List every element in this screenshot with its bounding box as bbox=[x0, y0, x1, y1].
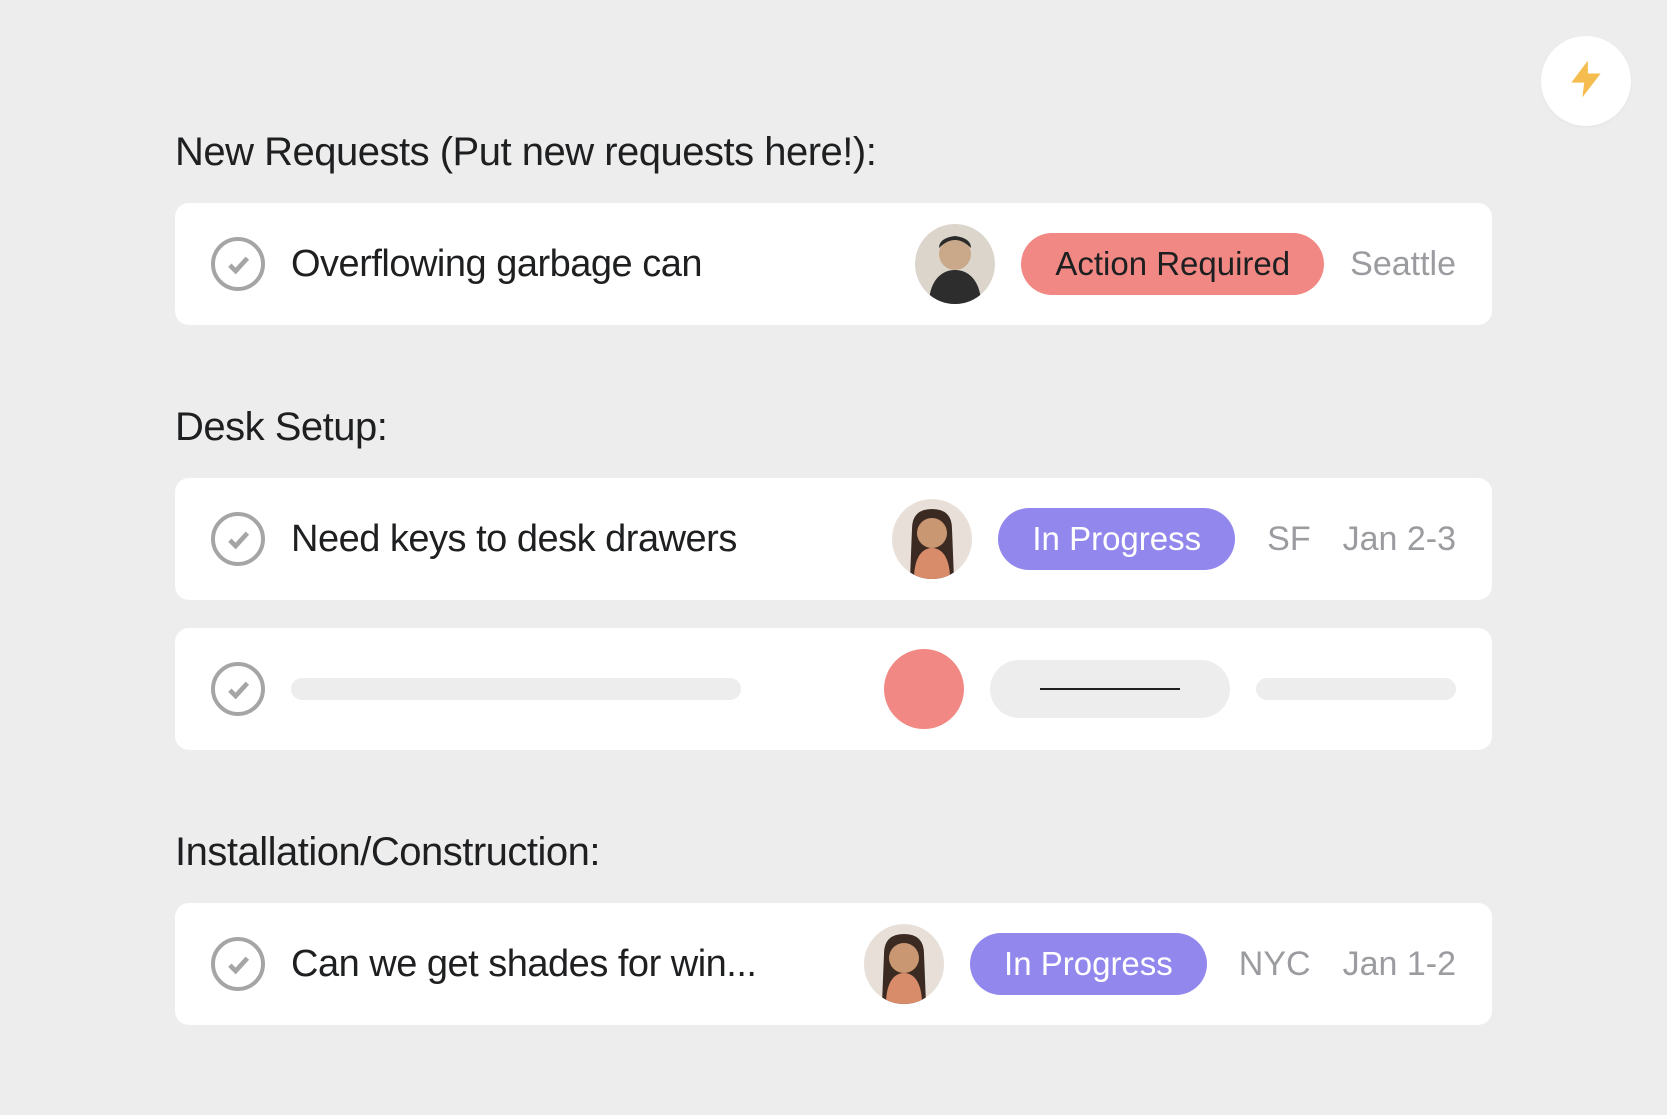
section-title[interactable]: New Requests (Put new requests here!): bbox=[175, 130, 1492, 175]
bolt-icon bbox=[1564, 57, 1608, 106]
placeholder-meta bbox=[1256, 678, 1456, 700]
task-location: NYC bbox=[1239, 945, 1311, 984]
placeholder-title bbox=[291, 678, 741, 700]
status-badge[interactable]: In Progress bbox=[970, 933, 1207, 995]
section-title[interactable]: Installation/Construction: bbox=[175, 830, 1492, 875]
status-badge[interactable]: In Progress bbox=[998, 508, 1235, 570]
task-title[interactable]: Need keys to desk drawers bbox=[291, 518, 866, 561]
task-sections: New Requests (Put new requests here!): O… bbox=[0, 0, 1667, 1025]
assignee-avatar[interactable] bbox=[915, 224, 995, 304]
assignee-avatar[interactable] bbox=[892, 499, 972, 579]
section-desk-setup: Desk Setup: Need keys to desk drawers In… bbox=[175, 405, 1492, 750]
task-row[interactable]: Overflowing garbage can Action Required … bbox=[175, 203, 1492, 325]
complete-checkbox[interactable] bbox=[211, 937, 265, 991]
task-date: Jan 1-2 bbox=[1343, 945, 1456, 984]
task-title[interactable]: Can we get shades for win... bbox=[291, 943, 838, 986]
automation-bolt-button[interactable] bbox=[1541, 36, 1631, 126]
status-badge[interactable]: Action Required bbox=[1021, 233, 1324, 295]
assignee-avatar-placeholder[interactable] bbox=[884, 649, 964, 729]
task-location: SF bbox=[1267, 520, 1310, 559]
section-title[interactable]: Desk Setup: bbox=[175, 405, 1492, 450]
complete-checkbox[interactable] bbox=[211, 662, 265, 716]
placeholder-status bbox=[990, 660, 1230, 718]
task-row-placeholder[interactable] bbox=[175, 628, 1492, 750]
section-new-requests: New Requests (Put new requests here!): O… bbox=[175, 130, 1492, 325]
task-date: Jan 2-3 bbox=[1343, 520, 1456, 559]
task-row[interactable]: Need keys to desk drawers In Progress SF… bbox=[175, 478, 1492, 600]
task-row[interactable]: Can we get shades for win... In Progress… bbox=[175, 903, 1492, 1025]
complete-checkbox[interactable] bbox=[211, 237, 265, 291]
complete-checkbox[interactable] bbox=[211, 512, 265, 566]
task-location: Seattle bbox=[1350, 245, 1456, 284]
section-installation-construction: Installation/Construction: Can we get sh… bbox=[175, 830, 1492, 1025]
task-title[interactable]: Overflowing garbage can bbox=[291, 243, 889, 286]
assignee-avatar[interactable] bbox=[864, 924, 944, 1004]
